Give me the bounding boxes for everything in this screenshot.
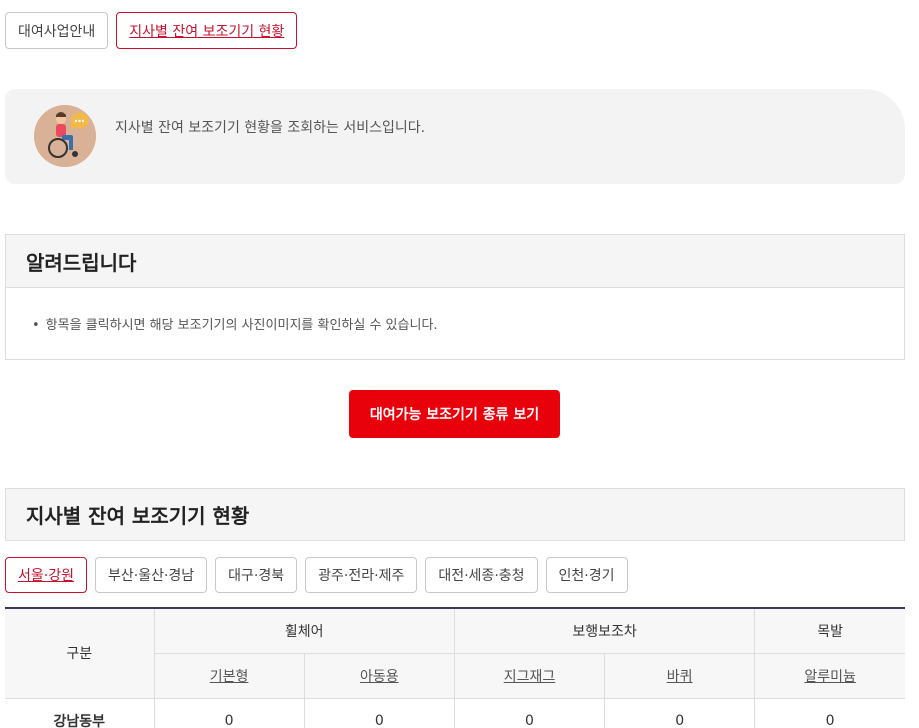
item-header-wheeled-walker[interactable]: 바퀴 <box>604 653 755 699</box>
table-row: 강남동부 0 0 0 0 0 <box>5 698 905 728</box>
row-branch-name: 강남동부 <box>5 698 154 728</box>
notice-item-text: 항목을 클릭하시면 해당 보조기기의 사진이미지를 확인하실 수 있습니다. <box>45 318 438 333</box>
table-cell: 0 <box>153 698 305 728</box>
item-header-basic-wheelchair[interactable]: 기본형 <box>154 653 305 699</box>
tab-branch-status[interactable]: 지사별 잔여 보조기기 현황 <box>116 12 298 49</box>
table-header-category: 구분 <box>5 607 155 699</box>
region-tab-gwangju-jeolla-jeju[interactable]: 광주·전라·제주 <box>305 557 418 593</box>
tab-rental-guide[interactable]: 대여사업안내 <box>5 12 109 49</box>
region-tab-busan-ulsan-gyeongnam[interactable]: 부산·울산·경남 <box>94 557 208 593</box>
notice-item: • 항목을 클릭하시면 해당 보조기기의 사진이미지를 확인하실 수 있습니다. <box>6 288 904 333</box>
table-cell: 0 <box>303 698 455 728</box>
item-link-child[interactable]: 아동용 <box>360 669 399 685</box>
region-tab-seoul-gangwon[interactable]: 서울·강원 <box>5 557 87 593</box>
table-cell: 0 <box>453 698 605 728</box>
wheelchair-user-icon <box>34 105 96 167</box>
notice-title: 알려드립니다 <box>6 235 904 288</box>
region-tab-daegu-gyeongbuk[interactable]: 대구·경북 <box>215 557 298 593</box>
item-link-basic[interactable]: 기본형 <box>210 669 249 685</box>
view-device-types-button[interactable]: 대여가능 보조기기 종류 보기 <box>349 390 560 438</box>
group-header-walker: 보행보조차 <box>453 607 755 654</box>
notice-box: 알려드립니다 • 항목을 클릭하시면 해당 보조기기의 사진이미지를 확인하실 수… <box>5 234 905 360</box>
table-cell: 0 <box>604 698 755 728</box>
table-cell: 0 <box>754 698 905 728</box>
group-header-wheelchair: 휠체어 <box>153 607 455 654</box>
region-tab-incheon-gyeonggi[interactable]: 인천·경기 <box>545 557 628 593</box>
section-title: 지사별 잔여 보조기기 현황 <box>5 488 905 541</box>
item-link-zigzag[interactable]: 지그재그 <box>504 669 556 685</box>
item-header-zigzag-walker[interactable]: 지그재그 <box>453 653 605 699</box>
region-tab-bar: 서울·강원 부산·울산·경남 대구·경북 광주·전라·제주 대전·세종·충청 인… <box>5 557 628 593</box>
intro-box: 지사별 잔여 보조기기 현황을 조회하는 서비스입니다. <box>5 89 905 184</box>
item-link-aluminum[interactable]: 알루미늄 <box>804 669 856 685</box>
item-header-child-wheelchair[interactable]: 아동용 <box>303 653 455 699</box>
group-header-crutch: 목발 <box>754 607 905 654</box>
intro-text: 지사별 잔여 보조기기 현황을 조회하는 서비스입니다. <box>115 120 426 136</box>
bullet-icon: • <box>32 318 40 333</box>
item-link-wheel[interactable]: 바퀴 <box>667 669 693 685</box>
top-tab-bar: 대여사업안내 지사별 잔여 보조기기 현황 <box>5 12 298 49</box>
inventory-table: 구분 휠체어 보행보조차 목발 기본형 아동용 지그재그 바퀴 알루미늄 강남동… <box>5 607 905 728</box>
item-header-aluminum-crutch[interactable]: 알루미늄 <box>754 653 905 699</box>
region-tab-daejeon-sejong-chungcheong[interactable]: 대전·세종·충청 <box>425 557 538 593</box>
